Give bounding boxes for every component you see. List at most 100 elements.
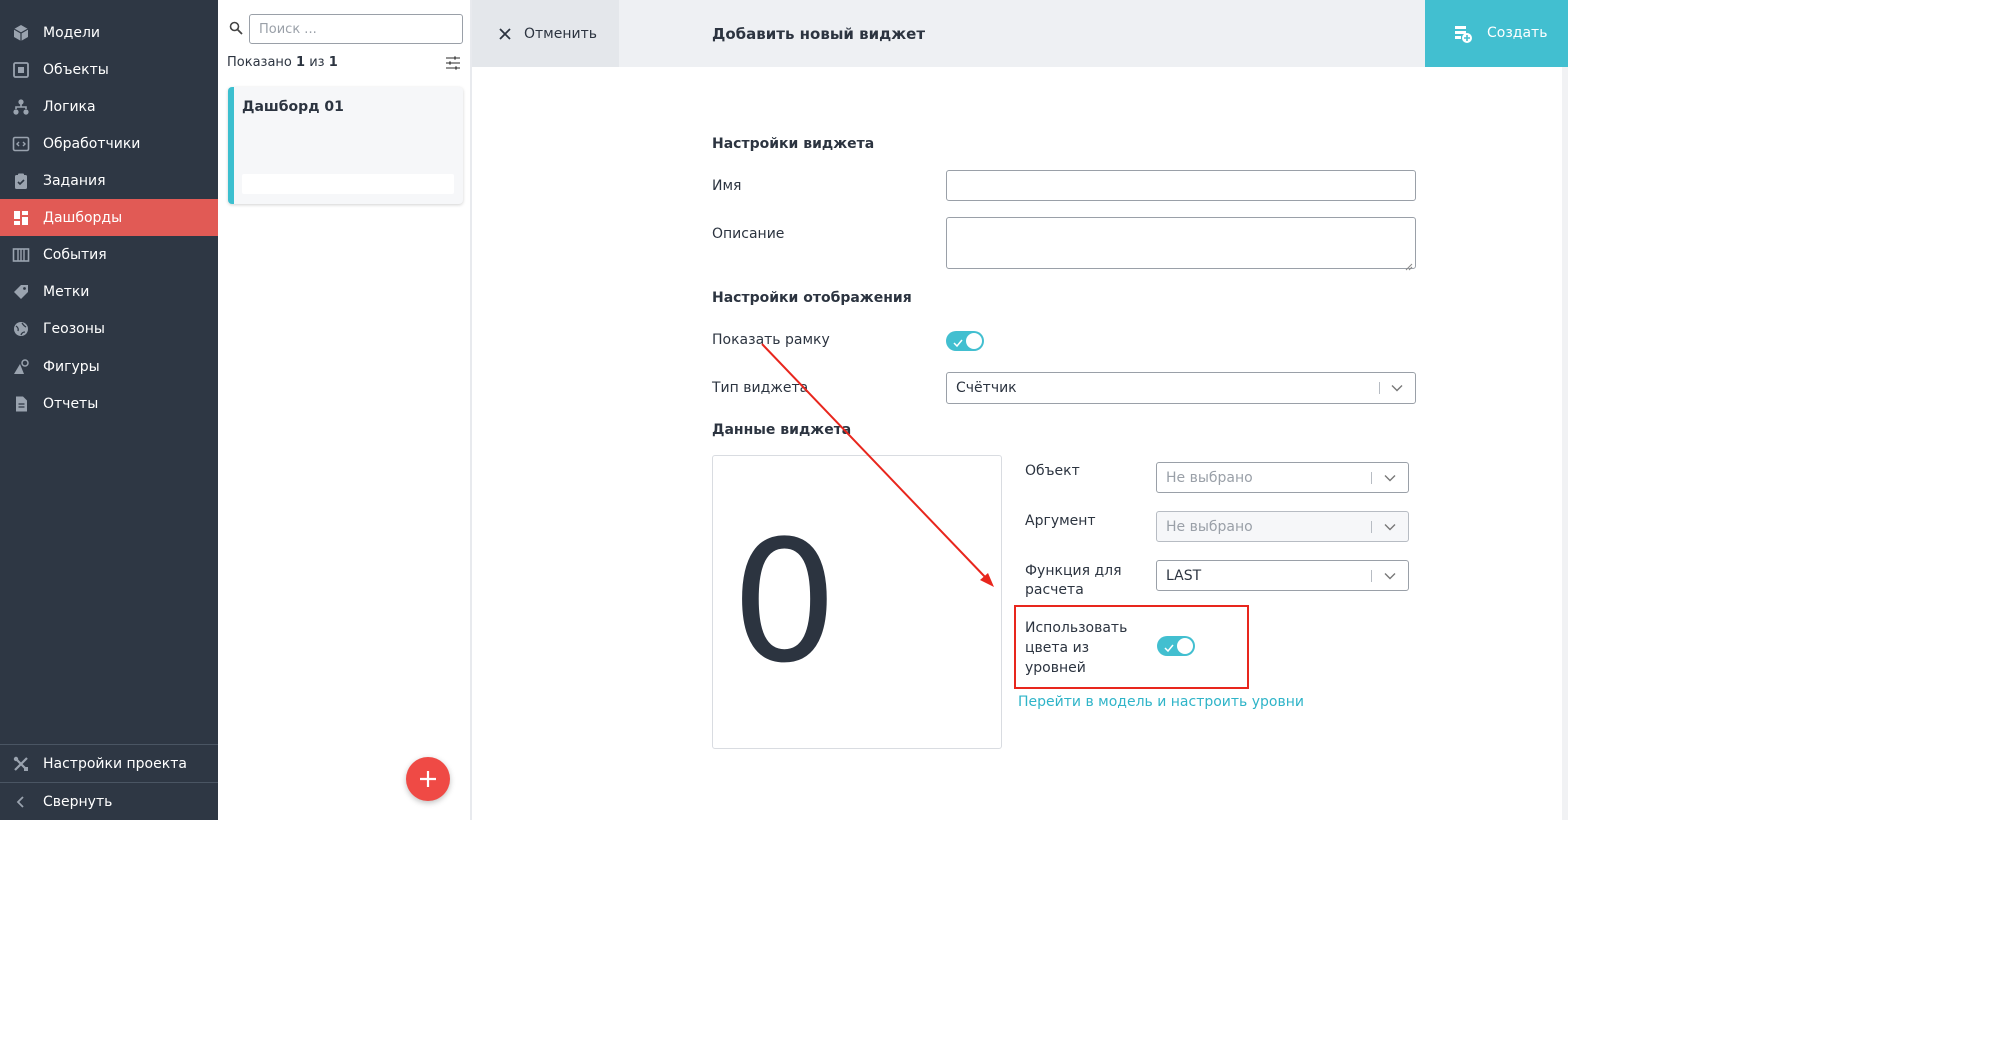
search-icon bbox=[229, 21, 243, 35]
collapse-sidebar-button[interactable]: Свернуть bbox=[0, 783, 218, 820]
chevron-down-icon bbox=[1383, 520, 1397, 534]
argument-select[interactable]: Не выбрано bbox=[1156, 511, 1409, 542]
select-separator bbox=[1379, 382, 1380, 394]
sidebar-item-handlers[interactable]: Обработчики bbox=[0, 125, 218, 162]
object-value: Не выбрано bbox=[1166, 470, 1253, 486]
object-select[interactable]: Не выбрано bbox=[1156, 462, 1409, 493]
name-label: Имя bbox=[712, 178, 742, 194]
object-label: Объект bbox=[1025, 463, 1080, 479]
sidebar-item-objects[interactable]: Объекты bbox=[0, 51, 218, 88]
sidebar-item-label: Логика bbox=[43, 98, 96, 115]
widget-settings-title: Настройки виджета bbox=[712, 136, 875, 152]
function-label: Функция для расчета bbox=[1025, 562, 1122, 600]
widget-data-title: Данные виджета bbox=[712, 422, 852, 438]
create-button[interactable]: Создать bbox=[1425, 0, 1568, 67]
sidebar-item-label: Геозоны bbox=[43, 320, 105, 337]
sidebar-item-models[interactable]: Модели bbox=[0, 14, 218, 51]
dashboard-card-strip bbox=[242, 174, 454, 194]
preview-counter-value: 0 bbox=[731, 504, 838, 700]
widget-type-label: Тип виджета bbox=[712, 380, 809, 396]
sidebar-item-label: Фигуры bbox=[43, 358, 100, 375]
document-icon bbox=[12, 395, 30, 413]
dashboard-list-panel: Показано 1 из 1 Дашборд 01 bbox=[218, 0, 472, 820]
sidebar: Модели Объекты Логика Обработчики Задани… bbox=[0, 0, 218, 820]
shown-current: 1 bbox=[296, 55, 306, 70]
box-square-icon bbox=[12, 61, 30, 79]
name-field[interactable] bbox=[946, 170, 1416, 201]
sidebar-item-label: Задания bbox=[43, 172, 106, 189]
project-settings-label: Настройки проекта bbox=[43, 755, 187, 772]
create-label: Создать bbox=[1487, 25, 1548, 41]
chevron-left-icon bbox=[12, 793, 30, 811]
tag-icon bbox=[12, 283, 30, 301]
select-separator bbox=[1371, 472, 1372, 484]
sidebar-item-tasks[interactable]: Задания bbox=[0, 162, 218, 199]
shown-middle: из bbox=[309, 55, 325, 70]
scrollbar[interactable] bbox=[1562, 67, 1568, 820]
sidebar-item-logic[interactable]: Логика bbox=[0, 88, 218, 125]
function-select[interactable]: LAST bbox=[1156, 560, 1409, 591]
sidebar-item-label: Объекты bbox=[43, 61, 109, 78]
sidebar-item-label: События bbox=[43, 246, 107, 263]
show-frame-toggle[interactable] bbox=[946, 331, 984, 351]
topbar: Отменить Добавить новый виджет Создать bbox=[472, 0, 1568, 67]
widget-type-value: Счётчик bbox=[956, 380, 1017, 396]
toggle-knob bbox=[966, 333, 982, 349]
function-label-line: Функция для bbox=[1025, 563, 1122, 579]
tools-icon bbox=[12, 755, 30, 773]
display-settings-title: Настройки отображения bbox=[712, 290, 912, 306]
sidebar-item-label: Отчеты bbox=[43, 395, 99, 412]
shown-prefix: Показано bbox=[227, 55, 292, 70]
sidebar-item-reports[interactable]: Отчеты bbox=[0, 385, 218, 422]
add-dashboard-button[interactable] bbox=[406, 757, 450, 801]
filter-sliders-icon[interactable] bbox=[445, 55, 461, 71]
dashboard-card[interactable]: Дашборд 01 bbox=[228, 87, 463, 204]
plus-icon bbox=[420, 771, 436, 787]
globe-icon bbox=[12, 320, 30, 338]
dashboard-card-title: Дашборд 01 bbox=[242, 99, 344, 115]
sidebar-item-label: Метки bbox=[43, 283, 90, 300]
configure-levels-link[interactable]: Перейти в модель и настроить уровни bbox=[1018, 694, 1304, 710]
cube-icon bbox=[12, 24, 30, 42]
description-label: Описание bbox=[712, 226, 785, 242]
sidebar-item-label: Обработчики bbox=[43, 135, 141, 152]
resize-grip-icon[interactable] bbox=[1405, 259, 1413, 271]
shown-total: 1 bbox=[328, 55, 338, 70]
chevron-down-icon bbox=[1390, 381, 1404, 395]
shown-count: Показано 1 из 1 bbox=[227, 55, 338, 70]
hierarchy-icon bbox=[12, 98, 30, 116]
clipboard-check-icon bbox=[12, 172, 30, 190]
project-settings-button[interactable]: Настройки проекта bbox=[0, 745, 218, 782]
select-separator bbox=[1371, 521, 1372, 533]
select-separator bbox=[1371, 570, 1372, 582]
sidebar-item-dashboards[interactable]: Дашборды bbox=[0, 199, 218, 236]
description-field[interactable] bbox=[946, 217, 1416, 269]
sidebar-item-tags[interactable]: Метки bbox=[0, 273, 218, 310]
columns-icon bbox=[12, 246, 30, 264]
shapes-icon bbox=[12, 358, 30, 376]
sidebar-item-shapes[interactable]: Фигуры bbox=[0, 348, 218, 385]
argument-label: Аргумент bbox=[1025, 513, 1096, 529]
show-frame-label: Показать рамку bbox=[712, 332, 830, 348]
dashboard-grid-icon bbox=[12, 209, 30, 227]
cancel-label: Отменить bbox=[524, 26, 598, 42]
chevron-down-icon bbox=[1383, 569, 1397, 583]
sidebar-item-events[interactable]: События bbox=[0, 236, 218, 273]
sidebar-item-label: Дашборды bbox=[43, 209, 123, 226]
code-window-icon bbox=[12, 135, 30, 153]
sidebar-item-geozones[interactable]: Геозоны bbox=[0, 310, 218, 347]
annotation-highlight-box bbox=[1014, 605, 1249, 689]
cancel-button[interactable]: Отменить bbox=[472, 0, 619, 67]
add-widget-icon bbox=[1453, 24, 1473, 44]
page-title: Добавить новый виджет bbox=[712, 25, 926, 43]
function-value: LAST bbox=[1166, 568, 1202, 584]
search-input[interactable] bbox=[249, 14, 463, 44]
chevron-down-icon bbox=[1383, 471, 1397, 485]
collapse-label: Свернуть bbox=[43, 793, 113, 810]
check-icon bbox=[953, 336, 963, 348]
argument-value: Не выбрано bbox=[1166, 519, 1253, 535]
function-label-line: расчета bbox=[1025, 582, 1084, 598]
widget-preview: 0 bbox=[712, 455, 1002, 749]
sidebar-item-label: Модели bbox=[43, 24, 100, 41]
widget-type-select[interactable]: Счётчик bbox=[946, 372, 1416, 404]
